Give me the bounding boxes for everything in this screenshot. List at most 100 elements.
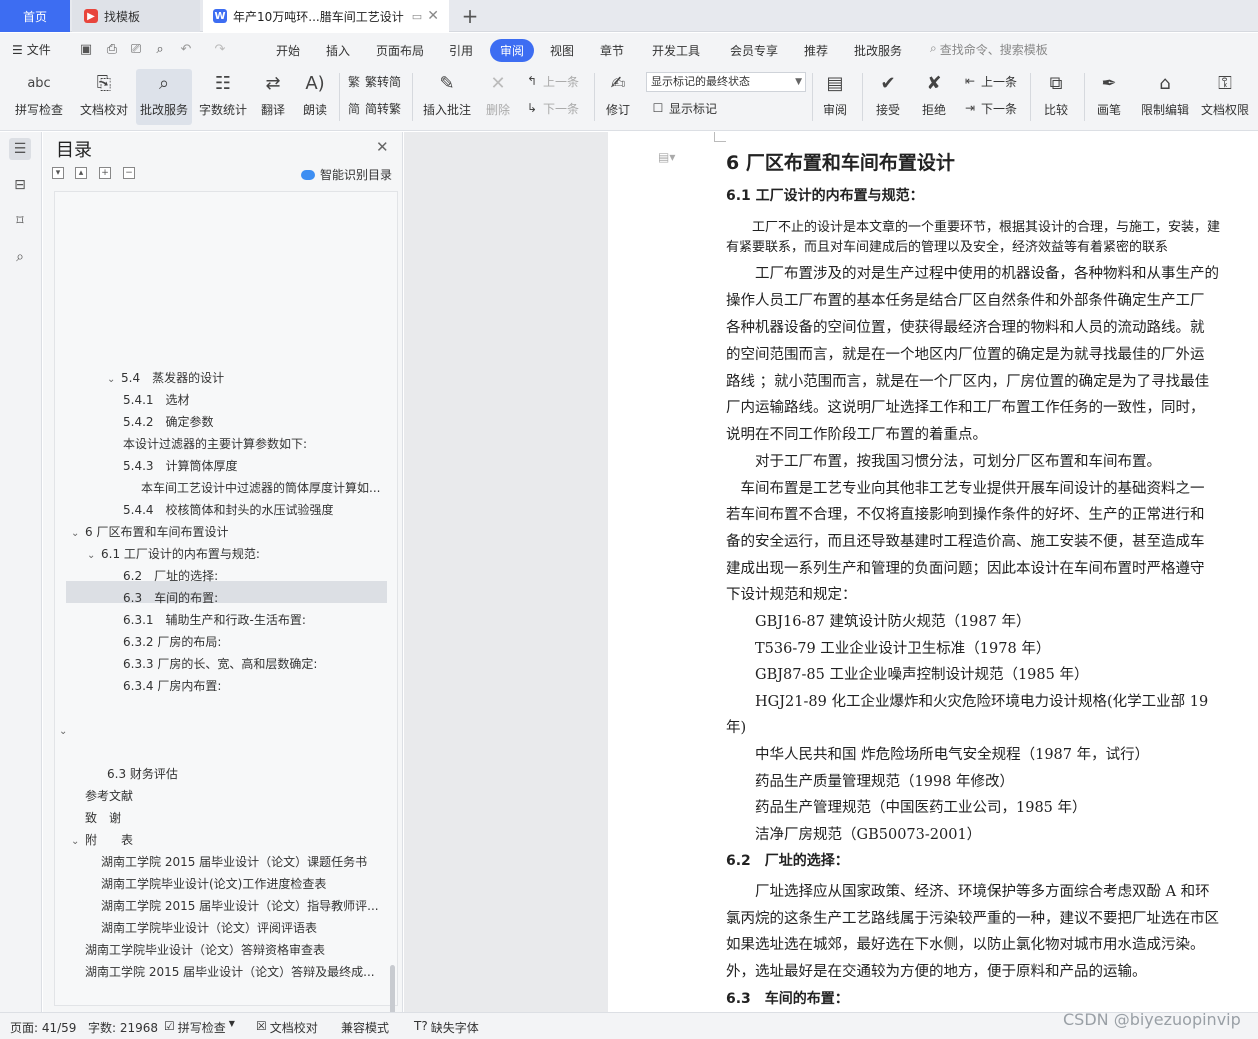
markup-mode-select[interactable]: 显示标记的最终状态 ▼	[646, 72, 806, 92]
tab-document[interactable]: W 年产10万吨环...腊车间工艺设计 ▭ ✕	[203, 0, 449, 32]
proofread-status[interactable]: ☒ 文档校对	[256, 1019, 318, 1036]
heading-6: 6 厂区布置和车间布置设计	[726, 152, 955, 174]
redo-icon[interactable]: ↷	[212, 41, 228, 57]
toc-item[interactable]: ⌄ 6 厂区布置和车间布置设计	[71, 521, 387, 543]
print-icon[interactable]: ⎚	[128, 41, 144, 57]
toc-item[interactable]: ⌄	[59, 719, 387, 741]
add-heading-icon[interactable]: +	[99, 167, 111, 179]
review-pane-button[interactable]: ▤ 审阅	[816, 69, 854, 125]
chevron-down-icon[interactable]: ⌄	[87, 545, 101, 565]
toc-item[interactable]: 5.4.2 确定参数	[123, 411, 387, 433]
toc-item[interactable]: ⌄ 6.1 工厂设计的内布置与规范:	[87, 543, 387, 565]
toc-item[interactable]: 湖南工学院毕业设计（论文）答辩资格审查表	[85, 939, 387, 961]
prev-change-button[interactable]: ⇤ 上一条	[962, 71, 1017, 91]
menu-chapter[interactable]: 章节	[600, 42, 624, 59]
show-markup-button[interactable]: ☐ 显示标记	[650, 98, 717, 118]
correction-service-button[interactable]: ⌕ 批改服务	[136, 69, 192, 125]
tab-bar: 首页 ▶ 找模板 W 年产10万吨环...腊车间工艺设计 ▭ ✕ +	[0, 0, 1258, 32]
chapter-nav-icon[interactable]: ⊟	[9, 174, 31, 196]
tab-home[interactable]: 首页	[0, 0, 70, 32]
toc-item[interactable]: 致 谢	[85, 807, 387, 829]
command-search[interactable]: ⌕ 查找命令、搜索模板	[930, 41, 1048, 58]
pen-button[interactable]: ✒ 画笔	[1090, 69, 1128, 125]
close-icon[interactable]: ✕	[376, 138, 389, 156]
bookmark-icon[interactable]: ⌑	[9, 210, 31, 232]
toc-item[interactable]: ⌄ 附 表	[71, 829, 387, 851]
toc-item[interactable]: 6.3 车间的布置:	[123, 587, 387, 609]
missing-font-status[interactable]: T? 缺失字体	[414, 1019, 479, 1036]
menu-start[interactable]: 开始	[276, 42, 300, 59]
next-change-button[interactable]: ⇥ 下一条	[962, 98, 1017, 118]
restrict-edit-button[interactable]: ⌂ 限制编辑	[1138, 69, 1192, 125]
translate-button[interactable]: ⇄ 翻译	[254, 69, 292, 125]
menu-correction[interactable]: 批改服务	[854, 42, 902, 59]
doc-permission-button[interactable]: ⚿ 文档权限	[1198, 69, 1252, 125]
delete-comment-button[interactable]: ✕ 删除	[478, 69, 518, 125]
menu-review[interactable]: 审阅	[490, 39, 535, 62]
toc-item[interactable]: 6.3.2 厂房的布局:	[123, 631, 387, 653]
remove-heading-icon[interactable]: −	[123, 167, 135, 179]
toc-item[interactable]: 5.4.1 选材	[123, 389, 387, 411]
prev-comment-button[interactable]: ↰ 上一条	[524, 71, 579, 91]
menu-member[interactable]: 会员专享	[730, 42, 778, 59]
menu-recommend[interactable]: 推荐	[804, 42, 828, 59]
chevron-down-icon[interactable]: ⌄	[71, 523, 85, 543]
toc-item[interactable]: 参考文献	[85, 785, 387, 807]
read-aloud-button[interactable]: A) 朗读	[296, 69, 334, 125]
accept-button[interactable]: ✔ 接受	[868, 69, 908, 125]
file-menu[interactable]: ☰ 文件	[12, 41, 51, 58]
toc-item[interactable]: 6.2 厂址的选择:	[123, 565, 387, 587]
toc-item[interactable]: 湖南工学院毕业设计(论文)工作进度检查表	[101, 873, 387, 895]
menu-devtools[interactable]: 开发工具	[652, 42, 700, 59]
toc-item[interactable]: 6.3 财务评估	[107, 763, 387, 785]
insert-comment-button[interactable]: ✎ 插入批注	[420, 69, 474, 125]
toc-item[interactable]: 5.4.3 计算筒体厚度	[123, 455, 387, 477]
trad-to-simp-button[interactable]: 繁繁转简	[346, 71, 401, 91]
checkbox-icon: ☑	[164, 1019, 175, 1033]
paragraph-menu-icon[interactable]: ▤▾	[658, 150, 675, 164]
toc-item[interactable]: ⌄ 5.4 蒸发器的设计	[107, 367, 387, 389]
export-pdf-icon[interactable]: ⎙	[104, 41, 120, 57]
page-indicator[interactable]: 页面: 41/59	[10, 1019, 76, 1036]
simp-to-trad-button[interactable]: 简简转繁	[346, 98, 401, 118]
collapse-all-icon[interactable]: ▾	[52, 167, 64, 179]
menu-layout[interactable]: 页面布局	[376, 42, 424, 59]
word-count-button[interactable]: ☷ 字数统计	[196, 69, 250, 125]
close-tab-icon[interactable]: ✕	[427, 8, 439, 24]
toc-item[interactable]: 湖南工学院 2015 届毕业设计（论文）课题任务书	[101, 851, 387, 873]
spell-check-button[interactable]: abc 拼写检查	[8, 69, 70, 125]
menu-view[interactable]: 视图	[550, 42, 574, 59]
print-preview-icon[interactable]: ⌕	[152, 41, 168, 57]
search-icon[interactable]: ⌕	[9, 246, 31, 268]
chevron-down-icon[interactable]: ⌄	[71, 831, 85, 851]
toc-item[interactable]: 湖南工学院毕业设计（论文）评阅评语表	[101, 917, 387, 939]
toc-item[interactable]: 6.3.3 厂房的长、宽、高和层数确定:	[123, 653, 387, 675]
expand-all-icon[interactable]: ▴	[75, 167, 87, 179]
menu-reference[interactable]: 引用	[449, 42, 473, 59]
next-comment-button[interactable]: ↳ 下一条	[524, 98, 579, 118]
toc-item[interactable]: 5.4.4 校核筒体和封头的水压试验强度	[123, 499, 387, 521]
window-icon[interactable]: ▭	[412, 10, 422, 23]
tab-templates[interactable]: ▶ 找模板	[72, 0, 200, 32]
toc-item[interactable]: 本车间工艺设计中过滤器的筒体厚度计算如...	[141, 477, 387, 499]
new-tab-button[interactable]: +	[456, 0, 484, 32]
chevron-down-icon[interactable]: ⌄	[59, 721, 73, 741]
track-changes-button[interactable]: ✍ 修订	[598, 69, 638, 125]
chevron-down-icon[interactable]: ⌄	[107, 369, 121, 389]
toc-item[interactable]: 6.3.1 辅助生产和行政-生活布置:	[123, 609, 387, 631]
toc-item[interactable]: 6.3.4 厂房内布置:	[123, 675, 387, 697]
toc-item[interactable]: 湖南工学院 2015 届毕业设计（论文）答辩及最终成...	[85, 961, 387, 983]
reject-button[interactable]: ✘ 拒绝	[914, 69, 954, 125]
separator	[1084, 73, 1085, 121]
save-icon[interactable]: ▣	[78, 41, 94, 57]
compare-button[interactable]: ⧉ 比较	[1036, 69, 1076, 125]
toc-nav-icon[interactable]: ☰	[9, 138, 31, 160]
toc-item[interactable]: 湖南工学院 2015 届毕业设计（论文）指导教师评...	[101, 895, 387, 917]
spell-check-status[interactable]: ☑ 拼写检查 ▼	[164, 1019, 235, 1036]
smart-toc-button[interactable]: 智能识别目录	[301, 166, 392, 183]
toc-item[interactable]: 本设计过滤器的主要计算参数如下:	[123, 433, 387, 455]
menu-insert[interactable]: 插入	[326, 42, 350, 59]
undo-icon[interactable]: ↶	[178, 41, 194, 57]
doc-proofread-button[interactable]: ⎘ 文档校对	[76, 69, 132, 125]
word-count[interactable]: 字数: 21968	[88, 1019, 158, 1036]
